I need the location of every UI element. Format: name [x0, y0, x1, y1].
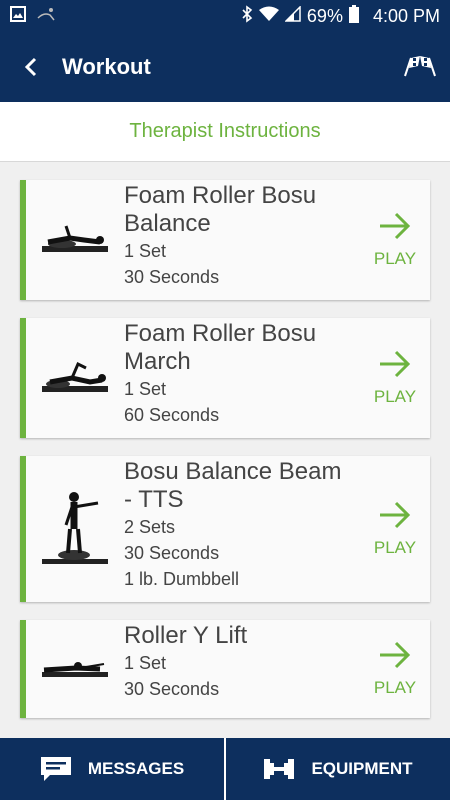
- equipment-label: EQUIPMENT: [311, 759, 413, 778]
- finish-workout-button[interactable]: [390, 32, 450, 102]
- play-label: PLAY: [373, 678, 417, 697]
- exercise-card[interactable]: Foam Roller Bosu Balance 1 Set 30 Second…: [20, 180, 430, 300]
- back-button[interactable]: [0, 32, 62, 102]
- therapist-instructions-link[interactable]: Therapist Instructions: [0, 102, 450, 162]
- exercise-info: Foam Roller Bosu March 1 Set 60 Seconds: [124, 318, 360, 438]
- exercise-title: Balance: [124, 210, 211, 237]
- gallery-icon: [10, 5, 26, 27]
- exercise-sets: 1 Set: [124, 379, 167, 399]
- play-button[interactable]: PLAY: [360, 620, 430, 718]
- checkered-flags-icon: [404, 56, 436, 77]
- arrow-right-icon: [380, 350, 411, 378]
- exercise-title: Foam Roller Bosu: [124, 320, 317, 347]
- messages-tab[interactable]: MESSAGES: [0, 738, 224, 800]
- therapist-instructions-label: Therapist Instructions: [129, 120, 321, 142]
- exercise-thumbnail: [26, 318, 124, 438]
- exercise-title: Bosu Balance Beam: [124, 458, 342, 485]
- exercise-thumbnail: [26, 456, 124, 602]
- chevron-left-icon: [24, 57, 37, 77]
- exercise-equipment: 1 lb. Dumbbell: [124, 569, 240, 589]
- battery-percent: 69%: [306, 5, 343, 26]
- exercise-duration: 30 Seconds: [124, 267, 220, 287]
- exercise-title: Foam Roller Bosu: [124, 182, 317, 209]
- exercise-card[interactable]: Bosu Balance Beam - TTS 2 Sets 30 Second…: [20, 456, 430, 602]
- exercise-sets: 1 Set: [124, 241, 167, 261]
- exercise-duration: 30 Seconds: [124, 679, 220, 699]
- app-bar: Workout: [0, 32, 450, 102]
- exercise-thumbnail: [26, 180, 124, 300]
- signal-icon: [284, 4, 301, 27]
- status-bar: 69% 4:00 PM: [0, 0, 450, 32]
- arrow-right-icon: [380, 212, 411, 240]
- exercise-info: Foam Roller Bosu Balance 1 Set 30 Second…: [124, 180, 360, 300]
- message-icon: [40, 757, 71, 781]
- exercise-duration: 60 Seconds: [124, 405, 220, 425]
- exercise-card[interactable]: Foam Roller Bosu March 1 Set 60 Seconds …: [20, 318, 430, 438]
- exercise-info: Bosu Balance Beam - TTS 2 Sets 30 Second…: [124, 456, 360, 602]
- exercise-info: Roller Y Lift 1 Set 30 Seconds: [124, 620, 360, 718]
- arrow-right-icon: [380, 501, 411, 529]
- page-title: Workout: [62, 54, 151, 79]
- wifi-icon: [258, 6, 279, 27]
- exercise-thumbnail: [26, 620, 124, 718]
- play-button[interactable]: PLAY: [360, 180, 430, 300]
- clock: 4:00 PM: [372, 5, 440, 26]
- play-label: PLAY: [373, 538, 417, 557]
- app-notification-icon: [36, 6, 58, 27]
- exercise-title: - TTS: [124, 486, 184, 513]
- exercise-title: Roller Y Lift: [124, 622, 248, 649]
- arrow-right-icon: [380, 641, 411, 669]
- equipment-tab[interactable]: EQUIPMENT: [226, 738, 450, 800]
- messages-label: MESSAGES: [87, 759, 185, 778]
- dumbbell-icon: [264, 759, 295, 779]
- play-button[interactable]: PLAY: [360, 456, 430, 602]
- battery-icon: [348, 4, 359, 28]
- bluetooth-icon: [241, 4, 253, 28]
- bottom-nav: MESSAGES EQUIPMENT: [0, 738, 450, 800]
- exercise-sets: 1 Set: [124, 653, 167, 673]
- exercise-duration: 30 Seconds: [124, 543, 220, 563]
- play-label: PLAY: [373, 387, 417, 406]
- exercise-card[interactable]: Roller Y Lift 1 Set 30 Seconds PLAY: [20, 620, 430, 718]
- play-label: PLAY: [373, 249, 417, 268]
- exercise-title: March: [124, 348, 191, 375]
- play-button[interactable]: PLAY: [360, 318, 430, 438]
- exercise-sets: 2 Sets: [124, 517, 176, 537]
